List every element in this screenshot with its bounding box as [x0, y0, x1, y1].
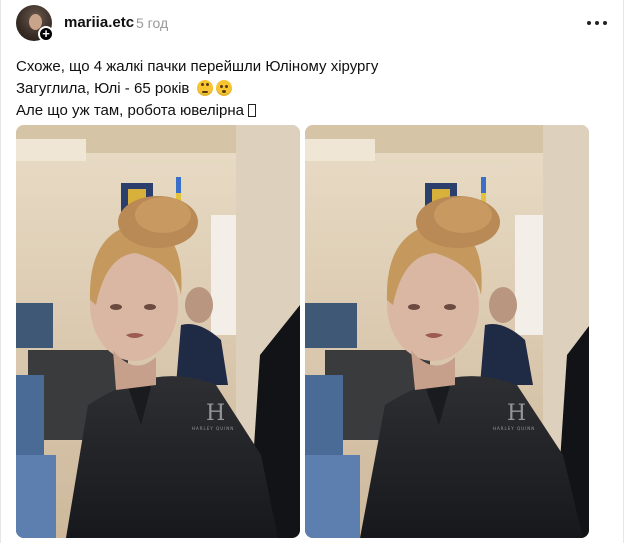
hushed-face-emoji-icon [215, 80, 232, 96]
svg-text:H: H [507, 401, 526, 426]
photo-illustration-1: H HARLEY QUINN [16, 125, 300, 538]
caption-line-2: Загуглила, Юлі - 65 років [16, 78, 606, 100]
watermark-text-1: HARLEY QUINN [192, 426, 234, 431]
caption-line-1: Схоже, що 4 жалкі пачки перейшли Юліному… [16, 58, 379, 75]
caption-line-3: Але що уж там, робота ювелірна [16, 100, 606, 122]
photo-illustration-2: H HARLEY QUINN [305, 125, 589, 538]
more-options-icon[interactable] [587, 13, 607, 33]
username[interactable]: mariia.etc [64, 14, 134, 31]
watermark-text-2: HARLEY QUINN [493, 426, 535, 431]
post-caption: Схоже, що 4 жалкі пачки перейшли Юліному… [16, 56, 606, 122]
missing-glyph-icon [247, 104, 256, 117]
follow-plus-icon[interactable]: + [38, 26, 54, 42]
post-image-1[interactable]: H HARLEY QUINN [16, 125, 300, 538]
threads-post: + mariia.etc 5 год Схоже, що 4 жалкі пач… [0, 0, 624, 543]
post-image-2[interactable]: H HARLEY QUINN [305, 125, 589, 538]
post-timestamp: 5 год [136, 15, 169, 31]
svg-text:H: H [206, 401, 225, 426]
rolling-eyes-emoji-icon [196, 80, 213, 96]
